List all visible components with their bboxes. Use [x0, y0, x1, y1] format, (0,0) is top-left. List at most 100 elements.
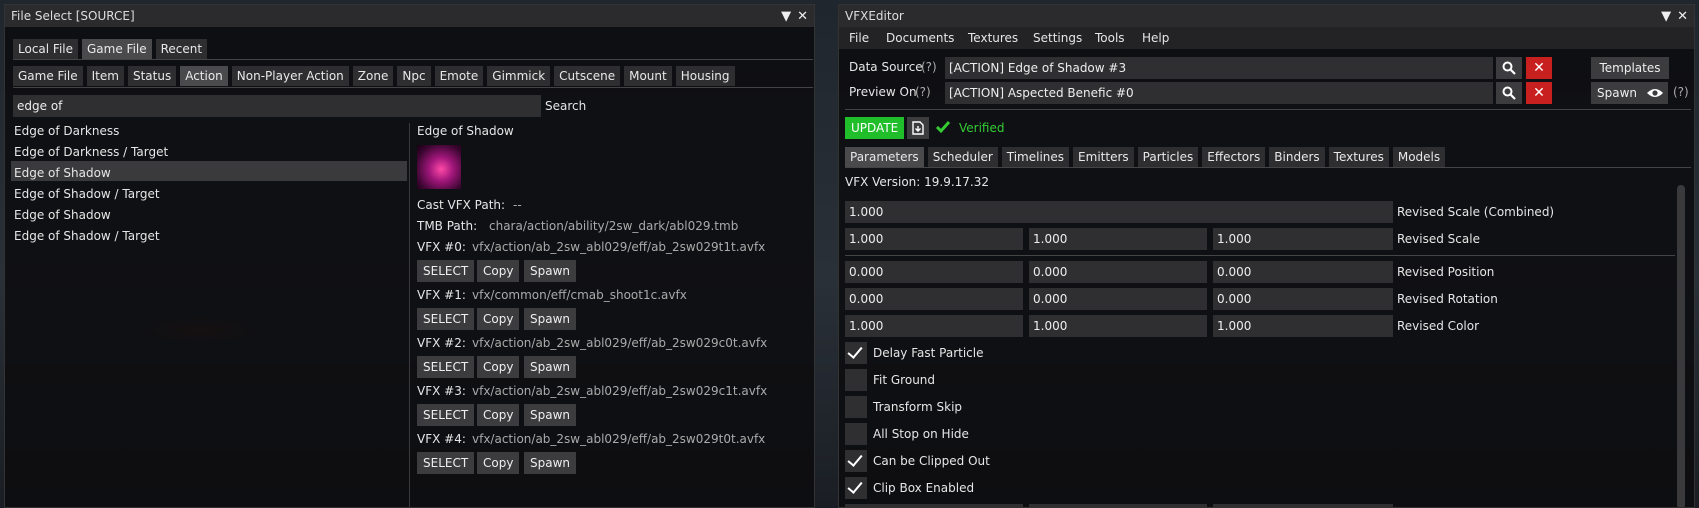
revised-position-x[interactable]: 0.000	[845, 261, 1023, 283]
revised-scale-z[interactable]: 1.000	[1213, 228, 1393, 250]
collapse-icon[interactable]: ▼	[1661, 9, 1671, 24]
tab-emote[interactable]: Emote	[434, 66, 484, 86]
result-item[interactable]: Edge of Shadow / Target	[14, 229, 160, 243]
tab-parameters[interactable]: Parameters	[845, 147, 924, 167]
tab-item[interactable]: Item	[86, 66, 124, 86]
collapse-icon[interactable]: ▼	[781, 9, 791, 24]
revised-color-g[interactable]: 1.000	[1029, 315, 1207, 337]
result-item[interactable]: Edge of Shadow	[14, 166, 111, 180]
revised-scale-y[interactable]: 1.000	[1029, 228, 1207, 250]
select-button[interactable]: SELECT	[417, 260, 475, 282]
result-item[interactable]: Edge of Shadow / Target	[14, 187, 160, 201]
can-be-clipped-out-checkbox[interactable]	[845, 450, 867, 472]
revised-color-b[interactable]: 1.000	[1213, 315, 1393, 337]
scrollbar[interactable]	[1677, 185, 1685, 507]
tab-game-file[interactable]: Game File	[82, 39, 152, 59]
copy-button[interactable]: Copy	[477, 356, 520, 378]
menu-documents[interactable]: Documents	[886, 31, 954, 45]
close-icon[interactable]: ✕	[1677, 9, 1688, 24]
tab-game-file-cat[interactable]: Game File	[13, 66, 83, 86]
tab-housing[interactable]: Housing	[675, 66, 735, 86]
copy-button[interactable]: Copy	[477, 260, 520, 282]
tab-local-file[interactable]: Local File	[13, 39, 78, 59]
tab-recent[interactable]: Recent	[155, 39, 208, 59]
tab-effectors[interactable]: Effectors	[1202, 147, 1266, 167]
fit-ground-label: Fit Ground	[873, 373, 936, 387]
tab-scheduler[interactable]: Scheduler	[927, 147, 998, 167]
clip-box-enabled-checkbox[interactable]	[845, 477, 867, 499]
copy-button[interactable]: Copy	[477, 452, 520, 474]
search-icon[interactable]	[1496, 82, 1522, 104]
revised-scale-combined-field[interactable]: 1.000	[845, 201, 1393, 223]
search-icon[interactable]	[1496, 57, 1522, 79]
pane-divider[interactable]	[409, 123, 410, 507]
tab-timelines[interactable]: Timelines	[1001, 147, 1070, 167]
tab-status[interactable]: Status	[127, 66, 177, 86]
fit-ground-checkbox[interactable]	[845, 369, 867, 391]
select-button[interactable]: SELECT	[417, 452, 475, 474]
tab-particles[interactable]: Particles	[1137, 147, 1199, 167]
revised-scale-x[interactable]: 1.000	[845, 228, 1023, 250]
tab-cutscene[interactable]: Cutscene	[554, 66, 621, 86]
select-button[interactable]: SELECT	[417, 404, 475, 426]
file-select-window: File Select [SOURCE] ▼ ✕ Local File Game…	[4, 4, 815, 508]
remove-icon[interactable]: ✕	[1526, 57, 1552, 79]
templates-button[interactable]: Templates	[1591, 57, 1669, 79]
menu-file[interactable]: File	[849, 31, 869, 45]
partial-field[interactable]	[1213, 504, 1393, 507]
data-source-field[interactable]: [ACTION] Edge of Shadow #3	[945, 57, 1493, 79]
transform-skip-checkbox[interactable]	[845, 396, 867, 418]
result-item[interactable]: Edge of Darkness	[14, 124, 119, 138]
tab-non-player-action[interactable]: Non-Player Action	[231, 66, 349, 86]
delay-fast-particle-checkbox[interactable]	[845, 342, 867, 364]
copy-button[interactable]: Copy	[477, 404, 520, 426]
tab-zone[interactable]: Zone	[352, 66, 394, 86]
spawn-button[interactable]: Spawn	[524, 260, 577, 282]
tab-gimmick[interactable]: Gimmick	[487, 66, 551, 86]
menu-tools[interactable]: Tools	[1095, 31, 1125, 45]
tab-emitters[interactable]: Emitters	[1073, 147, 1134, 167]
close-icon[interactable]: ✕	[797, 9, 808, 24]
tab-npc[interactable]: Npc	[397, 66, 431, 86]
file-select-titlebar[interactable]: File Select [SOURCE] ▼ ✕	[5, 5, 814, 27]
spawn-button[interactable]: Spawn	[524, 356, 577, 378]
tab-models[interactable]: Models	[1392, 147, 1446, 167]
help-marker[interactable]: (?)	[915, 85, 931, 99]
tab-mount[interactable]: Mount	[624, 66, 672, 86]
remove-icon[interactable]: ✕	[1526, 82, 1552, 104]
result-item[interactable]: Edge of Darkness / Target	[14, 145, 168, 159]
spawn-button[interactable]: Spawn	[1591, 82, 1644, 104]
partial-field[interactable]	[845, 504, 1023, 507]
help-marker[interactable]: (?)	[1673, 85, 1689, 99]
update-button[interactable]: UPDATE	[845, 117, 905, 139]
download-icon[interactable]	[907, 117, 929, 139]
select-button[interactable]: SELECT	[417, 308, 475, 330]
copy-button[interactable]: Copy	[477, 308, 520, 330]
all-stop-on-hide-checkbox[interactable]	[845, 423, 867, 445]
tab-textures[interactable]: Textures	[1328, 147, 1389, 167]
spawn-button[interactable]: Spawn	[524, 308, 577, 330]
spawn-button[interactable]: Spawn	[524, 452, 577, 474]
menu-settings[interactable]: Settings	[1033, 31, 1082, 45]
spawn-button[interactable]: Spawn	[524, 404, 577, 426]
search-button[interactable]: Search	[545, 99, 586, 113]
revised-rotation-y[interactable]: 0.000	[1029, 288, 1207, 310]
all-stop-on-hide-label: All Stop on Hide	[873, 427, 969, 441]
menu-textures[interactable]: Textures	[968, 31, 1018, 45]
result-item[interactable]: Edge of Shadow	[14, 208, 111, 222]
menu-help[interactable]: Help	[1142, 31, 1169, 45]
tab-action[interactable]: Action	[180, 66, 228, 86]
vfx-editor-titlebar[interactable]: VFXEditor ▼ ✕	[839, 5, 1694, 27]
revised-position-z[interactable]: 0.000	[1213, 261, 1393, 283]
partial-field[interactable]	[1029, 504, 1207, 507]
revised-position-y[interactable]: 0.000	[1029, 261, 1207, 283]
revised-rotation-z[interactable]: 0.000	[1213, 288, 1393, 310]
search-input[interactable]: edge of	[13, 95, 541, 117]
revised-rotation-x[interactable]: 0.000	[845, 288, 1023, 310]
revised-color-r[interactable]: 1.000	[845, 315, 1023, 337]
tab-binders[interactable]: Binders	[1269, 147, 1325, 167]
select-button[interactable]: SELECT	[417, 356, 475, 378]
help-marker[interactable]: (?)	[921, 60, 937, 74]
eye-icon[interactable]	[1642, 82, 1668, 104]
preview-on-field[interactable]: [ACTION] Aspected Benefic #0	[945, 82, 1493, 104]
